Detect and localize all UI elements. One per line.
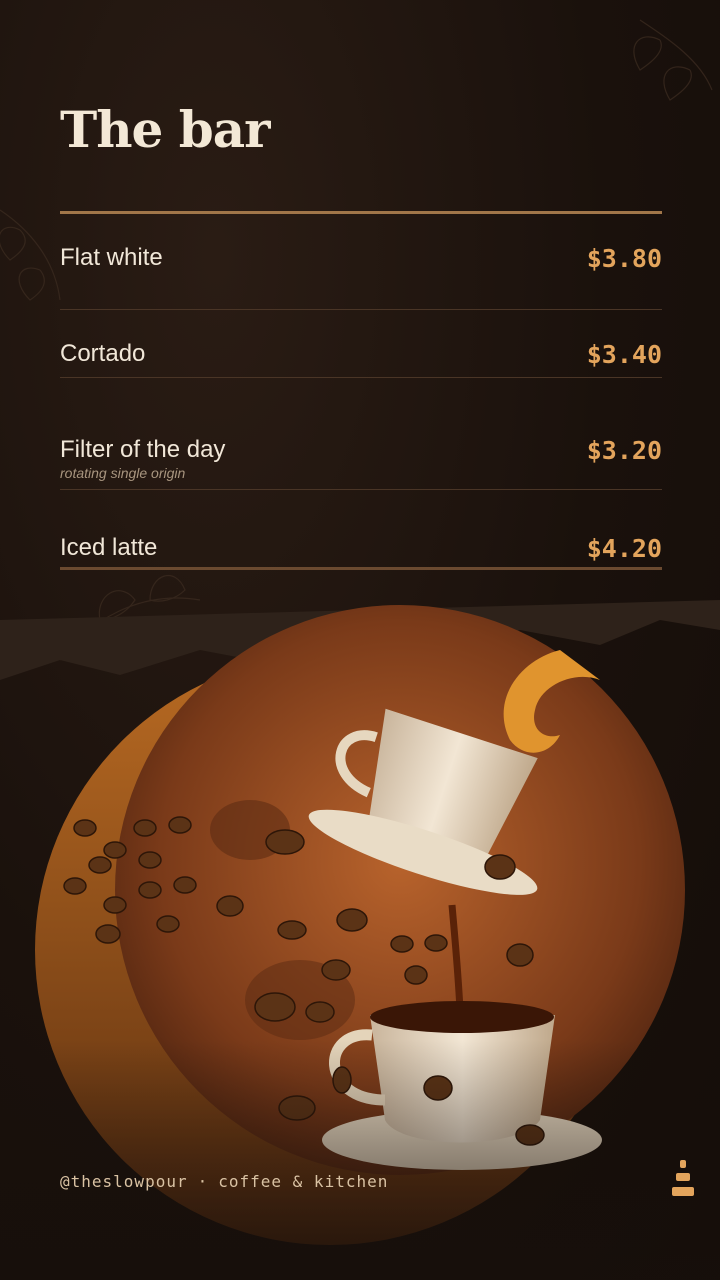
brand-logo-icon — [672, 1160, 694, 1196]
menu-item-name: Filter of the day — [60, 436, 226, 463]
page-title: The bar — [60, 100, 270, 159]
footer-separator: · — [197, 1172, 209, 1191]
footer-credit: @theslowpour · coffee & kitchen — [60, 1172, 388, 1191]
menu-item-price: $4.20 — [586, 534, 662, 563]
menu-item-name: Iced latte — [60, 534, 158, 561]
menu-item-price: $3.20 — [586, 436, 662, 465]
menu-item-price: $3.80 — [586, 244, 662, 273]
menu-screen: The bar Flat white $3.80 Cortado $3.40 F… — [0, 0, 720, 1280]
menu-item-name: Flat white — [60, 244, 163, 271]
menu-item-filter-of-the-day: Filter of the day rotating single origin… — [60, 378, 662, 490]
footer-tagline: coffee & kitchen — [218, 1172, 389, 1191]
social-handle: @theslowpour — [60, 1172, 188, 1191]
menu-item-name: Cortado — [60, 340, 146, 367]
menu-item-cortado: Cortado $3.40 — [60, 282, 662, 378]
menu-item-iced-latte: Iced latte $4.20 — [60, 490, 662, 570]
menu-item-price: $3.40 — [586, 340, 662, 369]
menu-item-note: rotating single origin — [60, 465, 186, 481]
